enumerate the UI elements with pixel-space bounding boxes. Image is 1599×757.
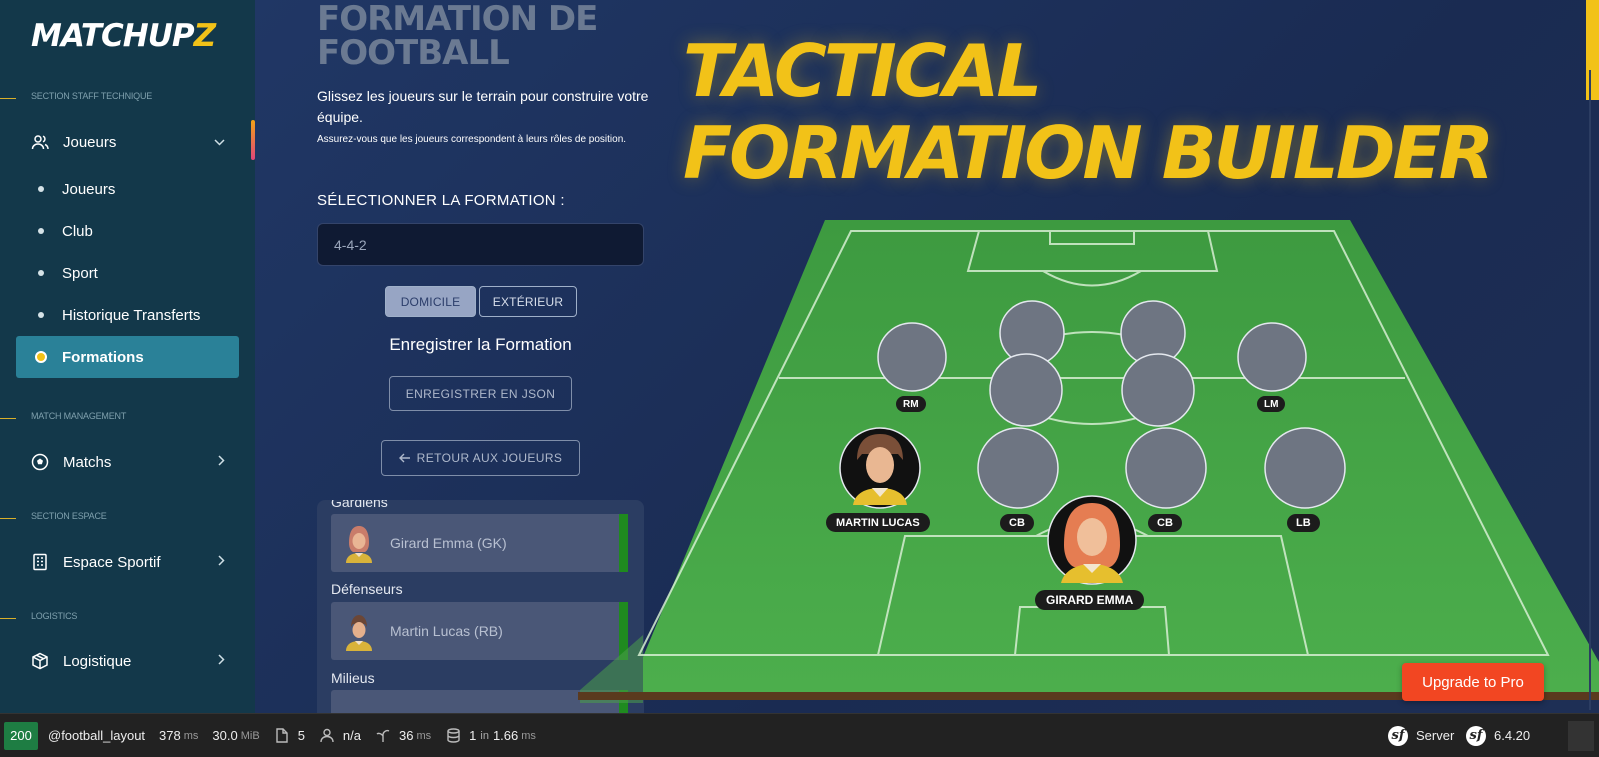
symfony-icon: sf	[1388, 725, 1408, 746]
subitem-label: Sport	[62, 264, 98, 282]
sidebar-item-espace-sportif[interactable]: Espace Sportif	[16, 541, 239, 583]
db-unit: ms	[521, 729, 536, 742]
subitem-label: Historique Transferts	[62, 306, 201, 324]
player-slot-rm[interactable]	[877, 322, 947, 392]
player-slot-lb[interactable]	[1264, 427, 1346, 509]
subitem-label: Club	[62, 222, 93, 240]
user-icon	[319, 728, 335, 744]
sidebar-item-matchs[interactable]: Matchs	[16, 441, 239, 483]
active-bullet-icon	[35, 351, 47, 363]
subitem-label: Formations	[62, 348, 144, 366]
user-value: n/a	[342, 728, 361, 743]
upgrade-to-pro-button[interactable]: Upgrade to Pro	[1402, 663, 1544, 701]
pitch-label-girard-emma: GIRARD EMMA	[1035, 590, 1145, 610]
sidebar-item-logistique[interactable]: Logistique	[16, 640, 239, 682]
placed-player-girard-emma[interactable]	[1047, 495, 1137, 585]
bullet-icon	[38, 270, 44, 276]
logs-count: 5	[297, 728, 305, 743]
bullet-icon	[38, 228, 44, 234]
sidebar: MATCHUPZ SECTION STAFF TECHNIQUE Joueurs…	[0, 0, 255, 727]
chevron-right-icon	[218, 455, 225, 469]
subitem-label: Joueurs	[62, 180, 116, 198]
section-label: SECTION ESPACE	[31, 511, 107, 521]
player-slot-cb[interactable]	[977, 427, 1059, 509]
memory-unit: MiB	[240, 729, 260, 742]
sidebar-subitem-club[interactable]: Club	[16, 210, 239, 252]
db-in-label: in	[480, 729, 489, 742]
chevron-down-icon	[214, 135, 225, 149]
time-value: 378	[159, 728, 181, 743]
memory-usage[interactable]: 30.0 MiB	[212, 728, 259, 743]
twig-icon	[375, 728, 391, 744]
section-label: LOGISTICS	[31, 611, 78, 621]
section-divider	[0, 98, 16, 99]
sidebar-item-label: Matchs	[63, 453, 112, 471]
chevron-right-icon	[218, 654, 225, 668]
sidebar-subitem-sport[interactable]: Sport	[16, 252, 239, 294]
pitch-label-lm: LM	[1257, 396, 1286, 412]
section-label: MATCH MANAGEMENT	[31, 411, 127, 421]
user-info[interactable]: n/a	[319, 728, 361, 744]
database-queries[interactable]: 1 in 1.66 ms	[445, 728, 536, 744]
document-icon	[274, 728, 290, 744]
sidebar-item-joueurs[interactable]: Joueurs	[16, 121, 239, 163]
sidebar-subitem-formations[interactable]: Formations	[16, 336, 239, 378]
bullet-icon	[38, 186, 44, 192]
render-unit: ms	[416, 729, 432, 742]
player-slot[interactable]	[989, 353, 1063, 427]
render-value: 36	[399, 728, 414, 743]
pitch-label-cb: CB	[1148, 514, 1182, 532]
server-label: Server	[1416, 728, 1455, 743]
section-divider	[0, 518, 16, 519]
db-query-count: 1	[469, 728, 477, 743]
sidebar-item-label: Joueurs	[63, 133, 117, 151]
chevron-right-icon	[218, 555, 225, 569]
sidebar-item-label: Espace Sportif	[63, 553, 161, 571]
box-icon	[31, 652, 49, 670]
placed-player-martin-lucas[interactable]	[839, 427, 921, 509]
route-name[interactable]: @football_layout	[48, 728, 145, 743]
section-divider	[0, 418, 16, 419]
player-slot[interactable]	[1121, 353, 1195, 427]
scrollbar-thumb[interactable]	[1586, 0, 1599, 100]
building-icon	[31, 553, 49, 571]
soccer-ball-icon	[31, 453, 49, 471]
route-label: @football_layout	[48, 728, 146, 743]
symfony-icon: sf	[1466, 725, 1486, 746]
db-time: 1.66	[492, 728, 519, 743]
main-content: FORMATION DE FOOTBALL Glissez les joueur…	[255, 0, 1599, 713]
time-unit: ms	[183, 729, 199, 742]
pitch-surface	[643, 220, 1599, 692]
close-toolbar-button[interactable]	[1568, 721, 1594, 751]
database-icon	[445, 728, 461, 744]
sidebar-subitem-joueurs[interactable]: Joueurs	[16, 168, 239, 210]
server-info[interactable]: sf Server	[1388, 725, 1455, 746]
player-slot-cb[interactable]	[1125, 427, 1207, 509]
app-logo[interactable]: MATCHUPZ	[31, 18, 216, 54]
status-badge[interactable]: 200	[4, 721, 38, 750]
scrollbar-track[interactable]	[1589, 70, 1591, 710]
section-divider	[0, 618, 16, 619]
request-time[interactable]: 378 ms	[159, 728, 198, 743]
sidebar-subitem-historique[interactable]: Historique Transferts	[16, 294, 239, 336]
logs[interactable]: 5	[274, 728, 305, 744]
football-pitch[interactable]	[255, 0, 1599, 713]
pitch-label-lb: LB	[1287, 514, 1320, 532]
version-label: 6.4.20	[1494, 728, 1531, 743]
bullet-icon	[38, 312, 44, 318]
pitch-label-rm: RM	[896, 396, 926, 412]
pitch-label-cb: CB	[1000, 514, 1034, 532]
render-time[interactable]: 36 ms	[375, 728, 431, 744]
users-icon	[31, 133, 49, 151]
symfony-version[interactable]: sf 6.4.20	[1466, 725, 1531, 746]
section-label: SECTION STAFF TECHNIQUE	[31, 91, 153, 101]
memory-value: 30.0	[212, 728, 238, 743]
sidebar-item-label: Logistique	[63, 652, 132, 670]
player-slot-lm[interactable]	[1237, 322, 1307, 392]
pitch-label-martin-lucas: MARTIN LUCAS	[826, 513, 930, 532]
debug-toolbar: 200 @football_layout 378 ms 30.0 MiB 5 n/a…	[0, 713, 1599, 757]
